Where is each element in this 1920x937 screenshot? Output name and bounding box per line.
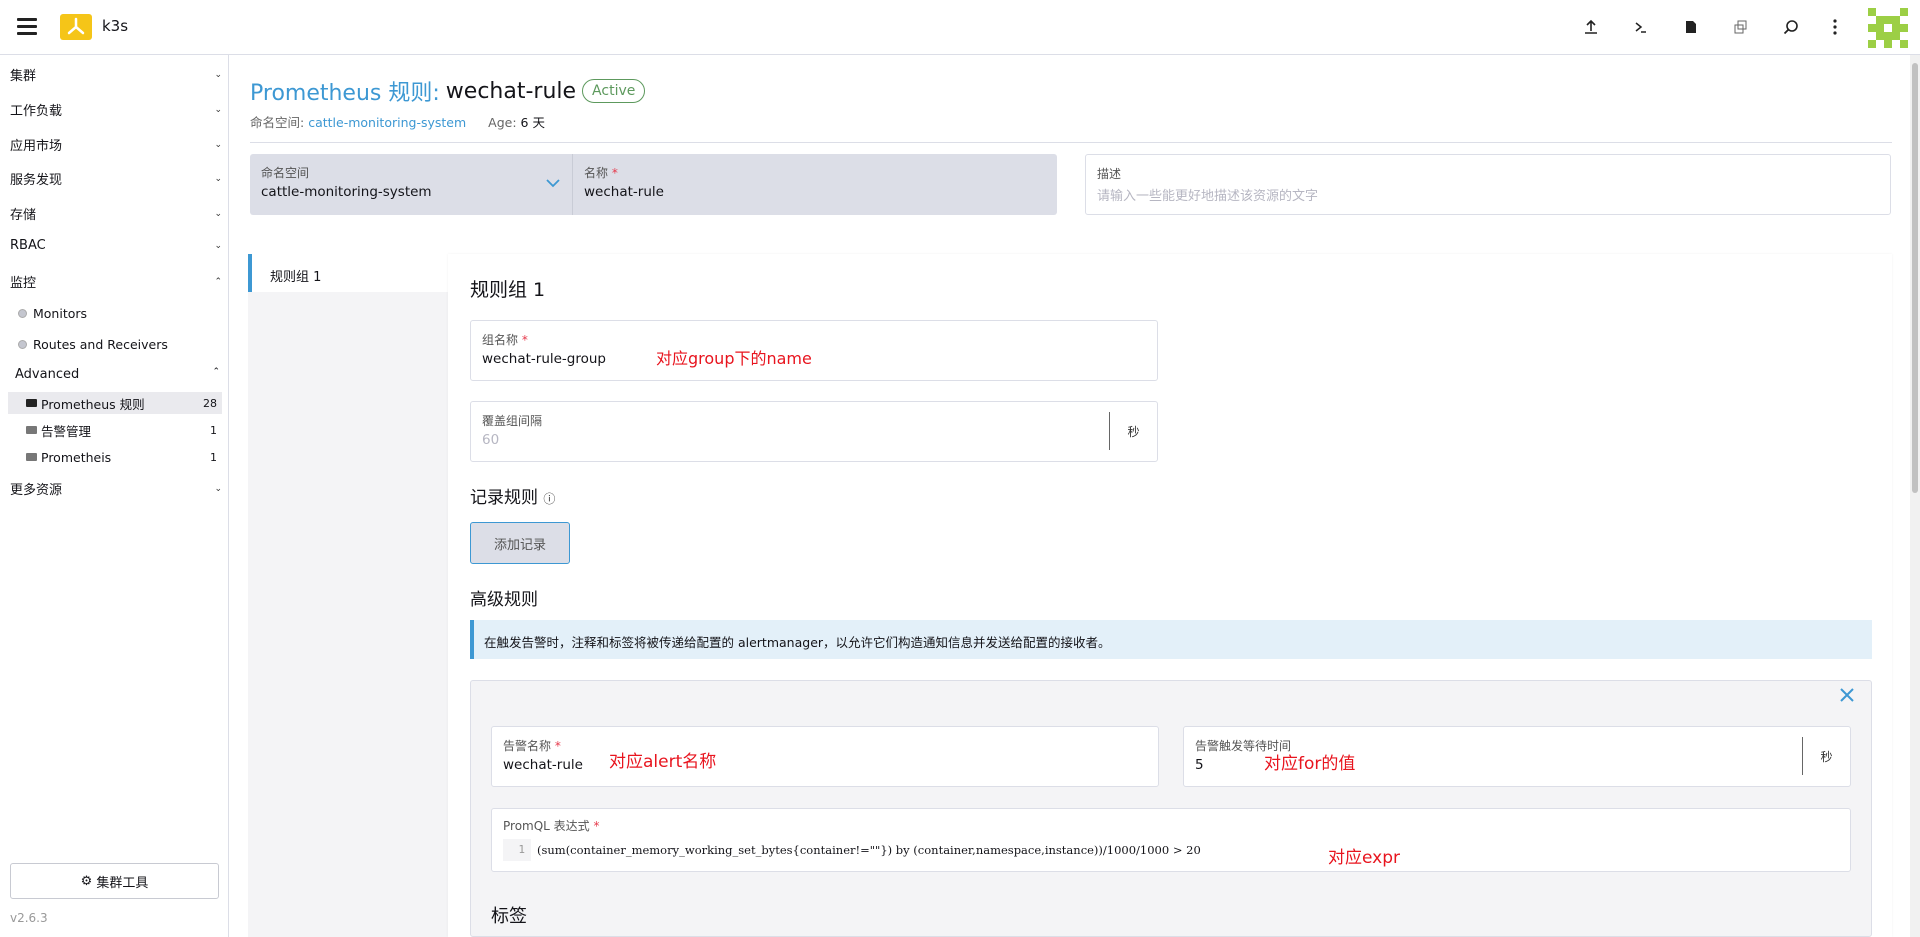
user-avatar[interactable] [1868, 8, 1908, 48]
sidebar-item-monitors[interactable]: Monitors [18, 306, 87, 321]
chevron-down-icon: ⌄ [214, 139, 222, 150]
file-icon[interactable] [1680, 16, 1702, 38]
divider [250, 142, 1892, 143]
for-unit: 秒 [1802, 737, 1850, 775]
sidebar-item-alertmanager[interactable]: 告警管理 1 [8, 419, 222, 441]
version-label: v2.6.3 [10, 911, 48, 925]
chevron-up-icon: ⌃ [214, 276, 222, 287]
alert-name-field[interactable]: 告警名称 * wechat-rule [491, 726, 1159, 787]
resource-name: wechat-rule [445, 78, 577, 104]
info-icon[interactable]: ⓘ [543, 492, 555, 506]
add-record-button[interactable]: 添加记录 [470, 522, 570, 564]
annotation-alert-name: 对应alert名称 [609, 752, 717, 772]
info-banner: 在触发告警时，注释和标签将被传递给配置的 alertmanager，以允许它们构… [470, 620, 1872, 659]
status-badge: Active [582, 79, 646, 103]
annotation-expr: 对应expr [1328, 848, 1401, 868]
chevron-down-icon: ⌄ [214, 240, 222, 251]
interval-unit: 秒 [1109, 412, 1157, 450]
scrollbar-thumb[interactable] [1912, 63, 1918, 493]
folder-icon [26, 453, 37, 461]
status-dot-icon [18, 340, 27, 349]
status-dot-icon [18, 309, 27, 318]
upload-icon[interactable] [1580, 16, 1602, 38]
chevron-down-icon: ⌄ [214, 208, 222, 219]
folder-icon [26, 426, 37, 434]
namespace-select[interactable]: 命名空间 cattle-monitoring-system [250, 154, 572, 215]
chevron-down-icon: ⌄ [214, 173, 222, 184]
k3s-logo[interactable] [60, 14, 92, 40]
group-name-field[interactable]: 组名称 * wechat-rule-group [470, 320, 1158, 381]
name-field[interactable]: 名称 * wechat-rule [572, 154, 1057, 215]
labels-title: 标签 [491, 906, 527, 927]
promql-expression[interactable]: (sum(container_memory_working_set_bytes{… [537, 843, 1201, 857]
chevron-down-icon: ⌄ [214, 69, 222, 80]
sidebar-item-prometheis[interactable]: Prometheis 1 [8, 446, 222, 468]
sidebar-item-prometheus-rules[interactable]: Prometheus 规则 28 [8, 392, 222, 414]
gear-icon: ⚙ [80, 873, 93, 889]
folder-open-icon [26, 399, 37, 407]
sidebar-item-routes-receivers[interactable]: Routes and Receivers [18, 337, 168, 352]
annotation-for-value: 对应for的值 [1264, 754, 1356, 774]
chevron-down-icon [546, 176, 560, 192]
hamburger-menu-icon[interactable] [17, 18, 37, 35]
nav-group-more-resources[interactable]: 更多资源 ⌄ [10, 479, 222, 498]
tabs-sidebar [248, 254, 448, 937]
nav-group-storage[interactable]: 存储 ⌄ [10, 204, 222, 223]
top-bar: k3s [0, 0, 1920, 55]
nav-group-service-discovery[interactable]: 服务发现 ⌄ [10, 169, 222, 188]
namespace-link[interactable]: cattle-monitoring-system [308, 115, 466, 130]
chevron-down-icon: ⌄ [214, 483, 222, 494]
nav-group-cluster[interactable]: 集群 ⌄ [10, 65, 222, 84]
page-title: Prometheus 规则: wechat-rule Active [250, 75, 646, 107]
nav-group-advanced[interactable]: Advanced ⌃ [15, 367, 220, 382]
promql-editor[interactable]: PromQL 表达式 * 1 (sum(container_memory_wor… [491, 808, 1851, 872]
alerting-rules-title: 高级规则 [470, 590, 538, 610]
chevron-up-icon: ⌃ [212, 367, 220, 377]
resource-kind[interactable]: Prometheus 规则: [250, 75, 440, 107]
sidebar: 集群 ⌄ 工作负载 ⌄ 应用市场 ⌄ 服务发现 ⌄ 存储 ⌄ RBAC ⌄ 监控 ⌃ Moni… [0, 55, 229, 937]
copy-icon[interactable] [1730, 16, 1752, 38]
resource-meta: 命名空间: cattle-monitoring-system Age: 6 天 [250, 115, 545, 130]
group-interval-field[interactable]: 覆盖组间隔 60 秒 [470, 401, 1158, 462]
close-icon[interactable] [1840, 683, 1854, 708]
nav-group-rbac[interactable]: RBAC ⌄ [10, 238, 222, 253]
recording-rules-title: 记录规则 ⓘ [470, 488, 556, 508]
nav-group-monitoring[interactable]: 监控 ⌃ [10, 272, 222, 291]
annotation-group-name: 对应group下的name [656, 349, 812, 368]
code-line: 1 (sum(container_memory_working_set_byte… [503, 839, 1843, 861]
shell-icon[interactable] [1630, 16, 1652, 38]
nav-group-apps[interactable]: 应用市场 ⌄ [10, 135, 222, 154]
tab-rule-group-1[interactable]: 规则组 1 [248, 254, 448, 292]
page-scrollbar[interactable] [1910, 55, 1920, 937]
description-field[interactable]: 描述 请输入一些能更好地描述该资源的文字 [1085, 154, 1891, 215]
cluster-name[interactable]: k3s [102, 17, 128, 35]
namespace-name-field: 命名空间 cattle-monitoring-system 名称 * wecha… [250, 154, 1057, 215]
rule-group-title: 规则组 1 [470, 279, 546, 301]
more-vertical-icon[interactable] [1824, 16, 1846, 38]
cluster-tools-button[interactable]: ⚙ 集群工具 [10, 863, 219, 899]
nav-group-workload[interactable]: 工作负载 ⌄ [10, 100, 222, 119]
chevron-down-icon: ⌄ [214, 104, 222, 115]
search-icon[interactable] [1780, 16, 1802, 38]
